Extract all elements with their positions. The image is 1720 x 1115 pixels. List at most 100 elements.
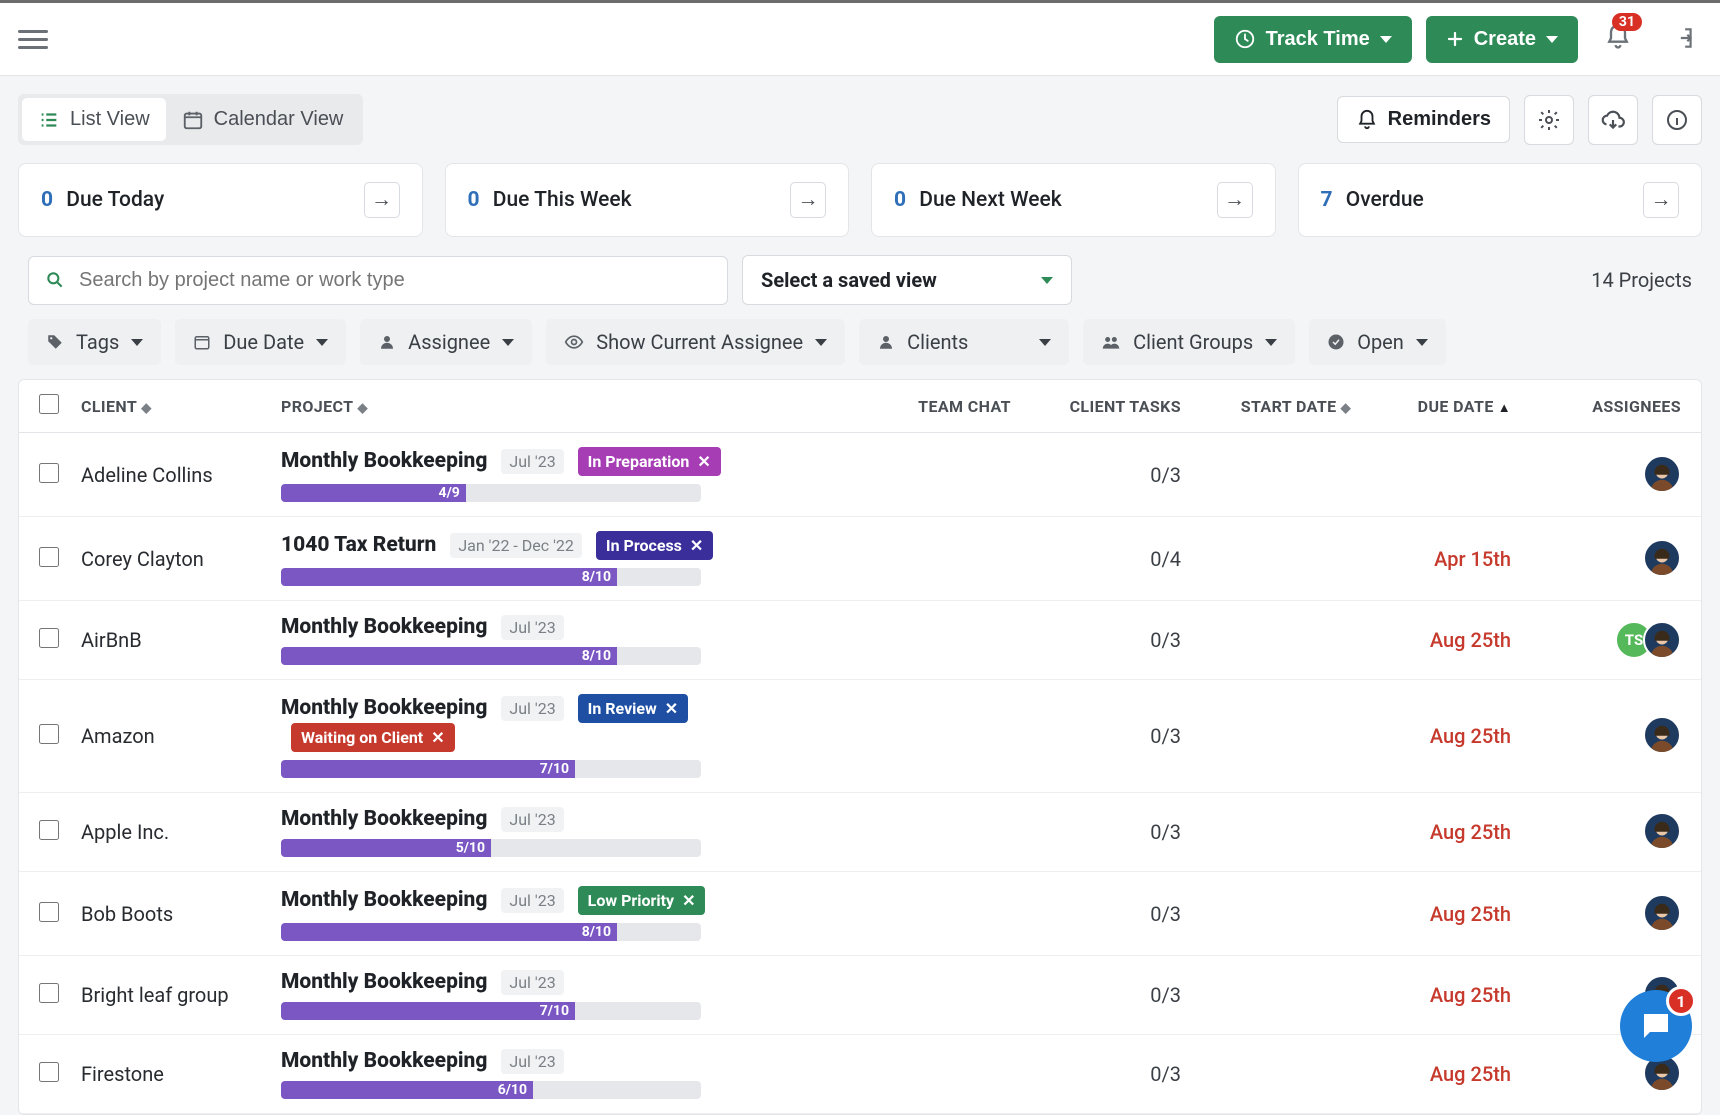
client-tasks: 0/3 (1150, 820, 1181, 844)
project-period: Jul '23 (501, 888, 563, 913)
select-all-checkbox[interactable] (39, 394, 59, 414)
summary-card[interactable]: 0 Due Next Week → (871, 163, 1276, 237)
table-row[interactable]: Apple Inc. Monthly Bookkeeping Jul '23 5… (19, 793, 1701, 872)
table-row[interactable]: Corey Clayton 1040 Tax Return Jan '22 - … (19, 517, 1701, 601)
avatar[interactable] (1643, 455, 1681, 493)
menu-icon[interactable] (18, 24, 48, 54)
client-tasks: 0/3 (1150, 983, 1181, 1007)
create-button[interactable]: Create (1426, 16, 1578, 63)
filter-show-current-assignee[interactable]: Show Current Assignee (546, 319, 845, 365)
table-row[interactable]: Bright leaf group Monthly Bookkeeping Ju… (19, 956, 1701, 1035)
progress-text: 4/9 (439, 484, 466, 502)
avatar[interactable] (1643, 621, 1681, 659)
track-time-button[interactable]: Track Time (1214, 16, 1412, 63)
row-checkbox[interactable] (39, 724, 59, 744)
chevron-down-icon (502, 339, 514, 346)
col-project[interactable]: PROJECT◆ (281, 397, 861, 416)
row-checkbox[interactable] (39, 463, 59, 483)
close-icon[interactable]: ✕ (697, 452, 710, 471)
project-title[interactable]: Monthly Bookkeeping (281, 888, 487, 912)
search-icon (45, 270, 65, 290)
project-title[interactable]: 1040 Tax Return (281, 533, 436, 557)
assignee-group (1643, 455, 1681, 493)
client-tasks: 0/3 (1150, 902, 1181, 926)
filter-tags[interactable]: Tags (28, 319, 161, 365)
card-label: Due This Week (493, 188, 632, 212)
progress-text: 7/10 (540, 760, 575, 778)
clock-icon (1234, 28, 1256, 50)
summary-card[interactable]: 0 Due Today → (18, 163, 423, 237)
settings-button[interactable] (1524, 95, 1574, 145)
due-date: Aug 25th (1430, 983, 1511, 1007)
status-tag[interactable]: In Preparation✕ (578, 447, 721, 476)
col-start-date[interactable]: START DATE◆ (1181, 397, 1351, 416)
project-title[interactable]: Monthly Bookkeeping (281, 1049, 487, 1073)
avatar[interactable] (1643, 812, 1681, 850)
row-checkbox[interactable] (39, 628, 59, 648)
calendar-view-tab[interactable]: Calendar View (166, 98, 360, 141)
saved-view-select[interactable]: Select a saved view (742, 255, 1072, 305)
filter-client-groups[interactable]: Client Groups (1083, 319, 1295, 365)
arrow-right-icon[interactable]: → (364, 182, 400, 218)
filter-due-date[interactable]: Due Date (175, 319, 346, 365)
row-checkbox[interactable] (39, 983, 59, 1003)
avatar[interactable] (1643, 716, 1681, 754)
progress-bar: 8/10 (281, 647, 701, 665)
status-tag[interactable]: Low Priority✕ (578, 886, 706, 915)
notifications-button[interactable]: 31 (1604, 23, 1632, 55)
table-row[interactable]: AirBnB Monthly Bookkeeping Jul '23 8/10 … (19, 601, 1701, 680)
list-view-tab[interactable]: List View (22, 98, 166, 141)
row-checkbox[interactable] (39, 1062, 59, 1082)
table-row[interactable]: Bob Boots Monthly Bookkeeping Jul '23 Lo… (19, 872, 1701, 956)
close-icon[interactable]: ✕ (431, 728, 444, 747)
row-checkbox[interactable] (39, 902, 59, 922)
arrow-right-icon[interactable]: → (1217, 182, 1253, 218)
filter-clients[interactable]: Clients (859, 319, 1069, 365)
search-box[interactable] (28, 256, 728, 305)
assignee-group (1643, 539, 1681, 577)
download-button[interactable] (1588, 95, 1638, 145)
row-checkbox[interactable] (39, 547, 59, 567)
view-toolbar: List View Calendar View Reminders (0, 76, 1720, 145)
client-name: Bright leaf group (81, 983, 281, 1007)
close-icon[interactable]: ✕ (682, 891, 695, 910)
status-tag[interactable]: In Review✕ (578, 694, 689, 723)
chevron-down-icon (131, 339, 143, 346)
project-title[interactable]: Monthly Bookkeeping (281, 449, 487, 473)
row-checkbox[interactable] (39, 820, 59, 840)
close-icon[interactable]: ✕ (665, 699, 678, 718)
chat-button[interactable]: 1 (1620, 990, 1692, 1062)
search-input[interactable] (79, 269, 711, 292)
avatar[interactable] (1643, 539, 1681, 577)
project-title[interactable]: Monthly Bookkeeping (281, 807, 487, 831)
col-due-date[interactable]: DUE DATE▲ (1351, 397, 1511, 416)
reminders-button[interactable]: Reminders (1337, 96, 1510, 143)
filter-open[interactable]: Open (1309, 319, 1446, 365)
status-tag[interactable]: In Process✕ (596, 531, 713, 560)
logout-button[interactable] (1664, 19, 1702, 60)
projects-table: CLIENT◆ PROJECT◆ TEAM CHAT CLIENT TASKS … (18, 379, 1702, 1115)
arrow-right-icon[interactable]: → (790, 182, 826, 218)
table-row[interactable]: Amazon Monthly Bookkeeping Jul '23 In Re… (19, 680, 1701, 793)
arrow-right-icon[interactable]: → (1643, 182, 1679, 218)
status-tag[interactable]: Waiting on Client✕ (291, 723, 455, 752)
saved-view-label: Select a saved view (761, 268, 937, 292)
project-period: Jul '23 (501, 449, 563, 474)
summary-card[interactable]: 0 Due This Week → (445, 163, 850, 237)
client-tasks: 0/3 (1150, 463, 1181, 487)
table-row[interactable]: Adeline Collins Monthly Bookkeeping Jul … (19, 433, 1701, 517)
project-title[interactable]: Monthly Bookkeeping (281, 615, 487, 639)
close-icon[interactable]: ✕ (690, 536, 703, 555)
client-name: Bob Boots (81, 902, 281, 926)
card-count: 0 (894, 188, 906, 212)
filter-assignee[interactable]: Assignee (360, 319, 532, 365)
project-title[interactable]: Monthly Bookkeeping (281, 696, 487, 720)
project-title[interactable]: Monthly Bookkeeping (281, 970, 487, 994)
table-row[interactable]: Firestone Monthly Bookkeeping Jul '23 6/… (19, 1035, 1701, 1114)
summary-card[interactable]: 7 Overdue → (1298, 163, 1703, 237)
avatar[interactable] (1643, 894, 1681, 932)
col-client[interactable]: CLIENT◆ (81, 397, 281, 416)
info-button[interactable] (1652, 95, 1702, 145)
chevron-down-icon (1416, 339, 1428, 346)
filter-bar: Tags Due Date Assignee Show Current Assi… (0, 319, 1720, 379)
